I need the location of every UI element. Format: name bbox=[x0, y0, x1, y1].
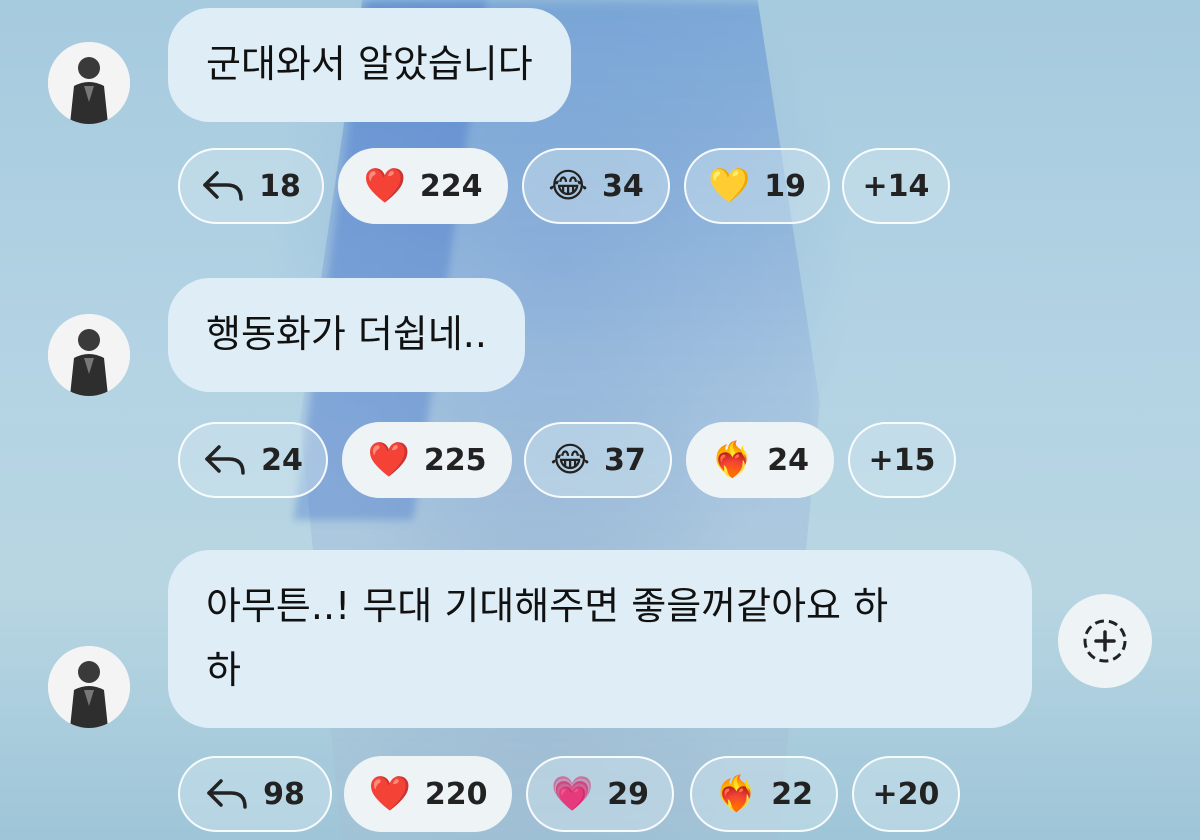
reply-count: 24 bbox=[261, 442, 303, 478]
heart-on-fire-icon: ❤️‍🔥 bbox=[714, 774, 758, 814]
message-bubble[interactable]: 행동화가 더쉽네.. bbox=[168, 278, 525, 392]
reply-arrow-icon bbox=[203, 171, 243, 201]
reaction-count: 24 bbox=[767, 442, 810, 478]
reply-arrow-icon bbox=[205, 445, 245, 475]
add-reaction-icon bbox=[1083, 619, 1127, 663]
reaction-chip[interactable]: ❤️‍🔥 22 bbox=[690, 756, 838, 832]
reaction-count: 225 bbox=[423, 442, 487, 478]
laughing-tears-icon: 😂 bbox=[548, 166, 588, 206]
more-reactions-button[interactable]: +15 bbox=[848, 422, 956, 498]
more-reactions-button[interactable]: +20 bbox=[852, 756, 960, 832]
reaction-count: 29 bbox=[607, 776, 650, 812]
reaction-count: 22 bbox=[771, 776, 814, 812]
message-bubble[interactable]: 군대와서 알았습니다 bbox=[168, 8, 571, 122]
message-text-line: 아무튼..! 무대 기대해주면 좋을꺼같아요 하 bbox=[206, 584, 889, 628]
reply-count-button[interactable]: 18 bbox=[178, 148, 324, 224]
red-heart-icon: ❤️ bbox=[368, 774, 411, 814]
reaction-chip[interactable]: 😂 37 bbox=[524, 422, 672, 498]
avatar[interactable] bbox=[48, 314, 130, 396]
reply-count-button[interactable]: 98 bbox=[178, 756, 332, 832]
message-bubble[interactable]: 아무튼..! 무대 기대해주면 좋을꺼같아요 하 하 bbox=[168, 550, 1032, 728]
message-text-line: 하 bbox=[206, 648, 241, 692]
red-heart-icon: ❤️ bbox=[367, 440, 410, 480]
reply-count-button[interactable]: 24 bbox=[178, 422, 328, 498]
reaction-chip[interactable]: ❤️ 224 bbox=[338, 148, 508, 224]
heart-on-fire-icon: ❤️‍🔥 bbox=[710, 440, 754, 480]
message-text: 행동화가 더쉽네.. bbox=[206, 312, 487, 356]
avatar[interactable] bbox=[48, 646, 130, 728]
reaction-count: 224 bbox=[419, 168, 483, 204]
reaction-chip[interactable]: ❤️‍🔥 24 bbox=[686, 422, 834, 498]
reply-count: 18 bbox=[259, 168, 301, 204]
yellow-heart-icon: 💛 bbox=[707, 166, 751, 206]
reaction-count: 37 bbox=[603, 442, 646, 478]
more-reactions-count: +20 bbox=[872, 776, 940, 812]
more-reactions-count: +15 bbox=[868, 442, 936, 478]
red-heart-icon: ❤️ bbox=[363, 166, 406, 206]
more-reactions-button[interactable]: +14 bbox=[842, 148, 950, 224]
reaction-chip[interactable]: 💛 19 bbox=[684, 148, 830, 224]
reaction-chip[interactable]: ❤️ 220 bbox=[344, 756, 512, 832]
reaction-chip[interactable]: 💗 29 bbox=[526, 756, 674, 832]
laughing-tears-icon: 😂 bbox=[550, 440, 590, 480]
message-text: 군대와서 알았습니다 bbox=[206, 42, 533, 86]
reply-count: 98 bbox=[263, 776, 305, 812]
reaction-count: 34 bbox=[601, 168, 644, 204]
reply-arrow-icon bbox=[207, 779, 247, 809]
pink-heart-icon: 💗 bbox=[550, 774, 594, 814]
reaction-chip[interactable]: 😂 34 bbox=[522, 148, 670, 224]
reaction-chip[interactable]: ❤️ 225 bbox=[342, 422, 512, 498]
more-reactions-count: +14 bbox=[862, 168, 930, 204]
reaction-count: 19 bbox=[764, 168, 807, 204]
avatar[interactable] bbox=[48, 42, 130, 124]
reaction-count: 220 bbox=[424, 776, 488, 812]
add-reaction-button[interactable] bbox=[1058, 594, 1152, 688]
